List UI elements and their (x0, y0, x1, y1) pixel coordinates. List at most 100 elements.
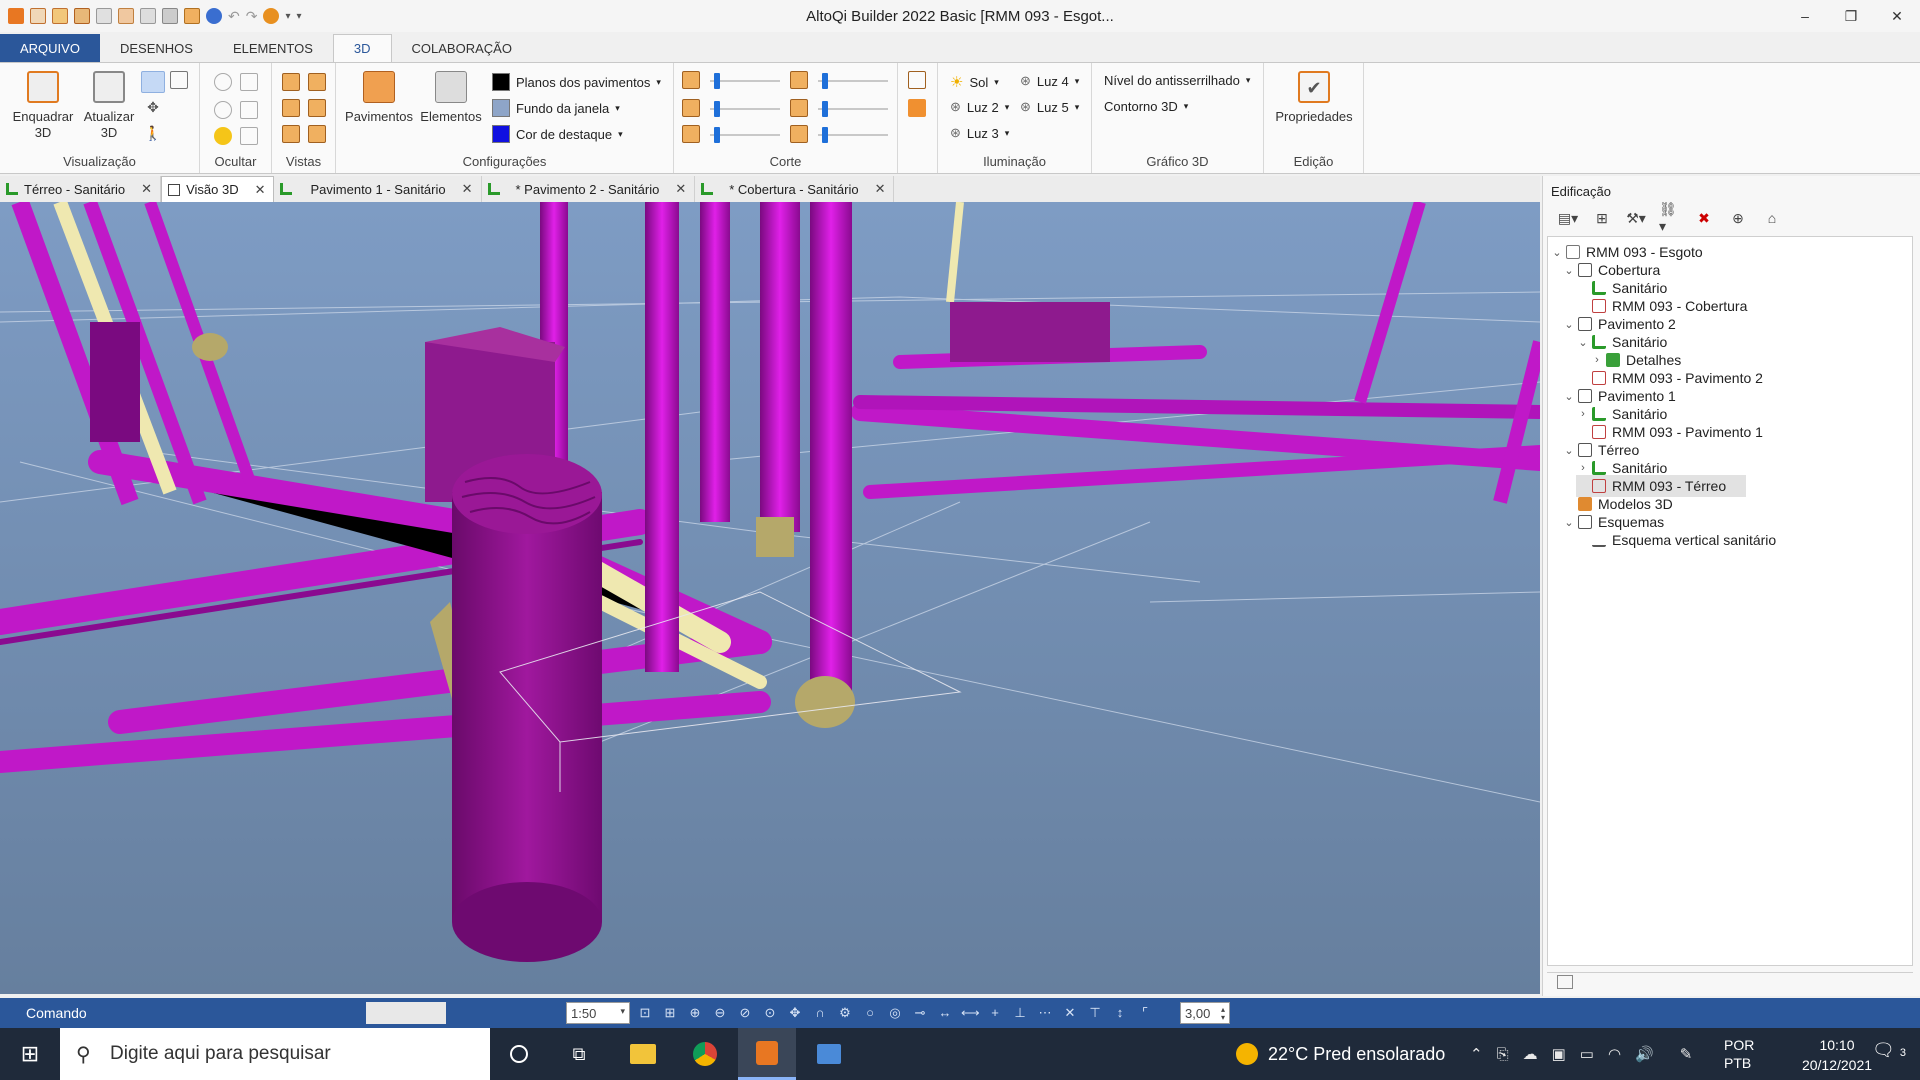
zoom-in-icon[interactable]: ⊕ (686, 1004, 704, 1022)
chevron-down-icon[interactable]: ▾ (285, 11, 290, 22)
zoom-extents-icon[interactable]: ⊞ (661, 1004, 679, 1022)
doctab-pavimento2-sanitario[interactable]: * Pavimento 2 - Sanitário ✕ (482, 176, 696, 202)
pen-icon[interactable]: ✎ (1680, 1045, 1693, 1063)
orbit-icon[interactable] (141, 71, 165, 93)
endpoint-snap-icon[interactable]: ⊸ (911, 1004, 929, 1022)
pan-icon[interactable]: ✥ (786, 1004, 804, 1022)
sol-option[interactable]: ☀ Sol ▾ (950, 73, 999, 91)
chevron-down-icon[interactable]: ⌄ (1576, 336, 1590, 349)
save-all-icon[interactable] (96, 8, 112, 24)
viewport-3d[interactable] (0, 202, 1540, 994)
add-floor-icon[interactable]: ⊕ (1727, 208, 1749, 228)
angle-icon[interactable]: ⌜ (1136, 1004, 1154, 1022)
midpoint-snap-icon[interactable]: ↔ (936, 1004, 954, 1022)
atualizar-3d-button[interactable]: Atualizar 3D (76, 71, 142, 141)
cut-x-icon[interactable] (682, 71, 700, 89)
chevron-down-icon[interactable]: ⌄ (1562, 264, 1576, 277)
tangent-snap-icon[interactable]: ⋯ (1036, 1004, 1054, 1022)
delete-icon[interactable]: ✖ (1693, 208, 1715, 228)
new-item-icon[interactable]: ▤▾ (1557, 208, 1579, 228)
cor-option[interactable]: Cor de destaque ▾ (492, 125, 623, 143)
hide-icon[interactable] (214, 73, 232, 91)
pan-icon[interactable]: ✥ (144, 99, 162, 117)
file-explorer-button[interactable] (614, 1028, 672, 1080)
link-icon[interactable]: ⛓▾ (1659, 201, 1681, 234)
cut-y2-slider[interactable] (818, 99, 888, 119)
chrome-button[interactable] (676, 1028, 734, 1080)
close-icon[interactable]: ✕ (141, 181, 152, 197)
hide-others-icon[interactable] (214, 101, 232, 119)
open-file-icon[interactable] (52, 8, 68, 24)
cut-x2-slider[interactable] (818, 71, 888, 91)
vertical-snap-icon[interactable]: ↕ (1111, 1004, 1129, 1022)
print-icon[interactable] (162, 8, 178, 24)
new-file-icon[interactable] (30, 8, 46, 24)
weather-widget[interactable]: 22°C Pred ensolarado (1236, 1028, 1445, 1080)
tab-desenhos[interactable]: DESENHOS (100, 34, 213, 62)
zoom-out-icon[interactable]: ⊖ (711, 1004, 729, 1022)
cut-box-fill-icon[interactable] (908, 99, 926, 117)
task-view-button[interactable]: ⧉ (550, 1028, 608, 1080)
doctab-pavimento1-sanitario[interactable]: Pavimento 1 - Sanitário ✕ (274, 176, 482, 202)
onedrive-icon[interactable]: ☁ (1523, 1045, 1538, 1063)
chevron-up-icon[interactable]: ⌃ (1470, 1045, 1483, 1063)
close-icon[interactable]: ✕ (675, 181, 686, 197)
cut-z2-slider[interactable] (818, 125, 888, 145)
tab-3d[interactable]: 3D (332, 34, 392, 62)
sync-icon[interactable] (206, 8, 222, 24)
zoom-previous-icon[interactable]: ⊘ (736, 1004, 754, 1022)
intersection-snap-icon[interactable]: + (986, 1004, 1004, 1022)
luz4-option[interactable]: ⊛ Luz 4 ▾ (1020, 73, 1079, 89)
view-left-icon[interactable] (282, 99, 300, 117)
tab-colaboracao[interactable]: COLABORAÇÃO (392, 34, 532, 62)
view-front-icon[interactable] (282, 73, 300, 91)
start-button[interactable]: ⊞ (0, 1028, 60, 1080)
ortho-icon[interactable]: ⊤ (1086, 1004, 1104, 1022)
wifi-icon[interactable]: ◠ (1608, 1045, 1621, 1063)
luz2-option[interactable]: ⊛ Luz 2 ▾ (950, 99, 1009, 115)
settings-icon[interactable]: ⚙ (836, 1004, 854, 1022)
print-preview-icon[interactable] (140, 8, 156, 24)
battery-icon[interactable]: ▭ (1580, 1045, 1594, 1063)
close-button[interactable]: ✕ (1874, 0, 1920, 32)
chevron-right-icon[interactable]: › (1590, 354, 1604, 366)
video-editor-button[interactable] (800, 1028, 858, 1080)
chevron-down-icon[interactable]: ⌄ (1562, 516, 1576, 529)
tab-elementos[interactable]: ELEMENTOS (213, 34, 333, 62)
undo-icon[interactable]: ↶ (228, 8, 240, 25)
chevron-down-icon[interactable]: ⌄ (1562, 444, 1576, 457)
cut-x2-icon[interactable] (790, 71, 808, 89)
center-snap-icon[interactable]: ◎ (886, 1004, 904, 1022)
redo-icon[interactable]: ↷ (246, 8, 258, 25)
zoom-next-icon[interactable]: ⊙ (761, 1004, 779, 1022)
pavimentos-button[interactable]: Pavimentos (344, 71, 414, 125)
hide-layer-icon[interactable] (240, 73, 258, 91)
cross-snap-icon[interactable]: ✕ (1061, 1004, 1079, 1022)
chevron-down-icon[interactable]: ⌄ (1562, 318, 1576, 331)
doctab-visao-3d[interactable]: Visão 3D ✕ (161, 176, 275, 202)
close-icon[interactable]: ✕ (875, 181, 886, 197)
circle-snap-icon[interactable]: ○ (861, 1004, 879, 1022)
doctab-terreo-sanitario[interactable]: Térreo - Sanitário ✕ (0, 176, 162, 202)
cut-box-icon[interactable] (908, 71, 926, 89)
chevron-down-icon[interactable]: ⌄ (1562, 390, 1576, 403)
contorno-option[interactable]: Contorno 3D ▾ (1104, 99, 1188, 114)
command-input[interactable] (366, 1002, 446, 1024)
cut-y2-icon[interactable] (790, 99, 808, 117)
doctab-cobertura-sanitario[interactable]: * Cobertura - Sanitário ✕ (695, 176, 895, 202)
import-icon[interactable]: ⊞ (1591, 208, 1613, 228)
zoom-window-icon[interactable]: ⊡ (636, 1004, 654, 1022)
language-indicator[interactable]: POR PTB (1724, 1036, 1754, 1072)
cut-x-slider[interactable] (710, 71, 780, 91)
minimize-button[interactable]: – (1782, 0, 1828, 32)
elementos-button[interactable]: Elementos (416, 71, 486, 125)
view-right-icon[interactable] (308, 99, 326, 117)
view-top-icon[interactable] (282, 125, 300, 143)
isolate-icon[interactable] (240, 101, 258, 119)
notification-center-button[interactable]: 🗨 3 (1872, 1040, 1906, 1061)
line-snap-icon[interactable]: ⟷ (961, 1004, 980, 1022)
enquadrar-3d-button[interactable]: Enquadrar 3D (10, 71, 76, 141)
display-icon[interactable]: ▣ (1552, 1045, 1566, 1063)
cortana-button[interactable] (490, 1028, 548, 1080)
customize-qat-icon[interactable]: ▾ (297, 11, 302, 22)
